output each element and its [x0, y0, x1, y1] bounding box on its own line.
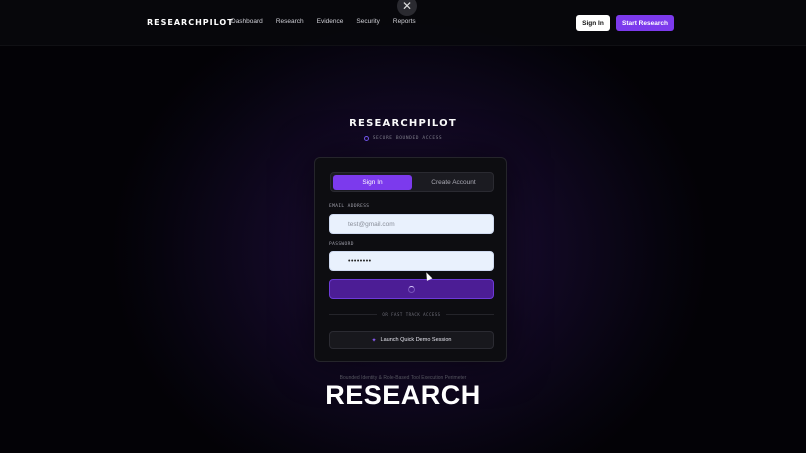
auth-card: Sign In Create Account EMAIL ADDRESS tes… [314, 157, 507, 362]
shield-dot-icon [363, 136, 369, 141]
launch-demo-label: Launch Quick Demo Session [380, 337, 452, 343]
divider-line-left [329, 314, 378, 315]
magic-wand-icon: ✦ [371, 337, 377, 344]
brand-logo[interactable]: RESEARCHPILOT [147, 18, 234, 27]
secure-access-row: SECURE BOUNDED ACCESS [0, 136, 806, 141]
nav-links: Dashboard Research Evidence Security Rep… [231, 18, 429, 25]
secure-access-label: SECURE BOUNDED ACCESS [372, 136, 443, 141]
nav-link-research[interactable]: Research [276, 18, 304, 25]
tab-create-account[interactable]: Create Account [414, 175, 493, 190]
tab-sign-in[interactable]: Sign In [333, 175, 412, 190]
start-research-button[interactable]: Start Research [616, 15, 674, 31]
email-field[interactable]: test@gmail.com [329, 214, 494, 234]
launch-demo-button[interactable]: ✦ Launch Quick Demo Session [329, 331, 494, 349]
nav-sign-in-button[interactable]: Sign In [576, 15, 610, 31]
divider-line-right [445, 314, 495, 315]
nav-link-evidence[interactable]: Evidence [317, 18, 344, 25]
email-label: EMAIL ADDRESS [329, 204, 370, 209]
password-label: PASSWORD [329, 242, 354, 247]
hero-big-word: RESEARCH [325, 380, 481, 410]
divider: OR FAST TRACK ACCESS [329, 312, 495, 317]
app-title: RESEARCHPILOT [349, 118, 457, 129]
auth-tabs: Sign In Create Account [330, 172, 494, 192]
password-field[interactable]: •••••••• [329, 251, 494, 271]
page: RESEARCHPILOT Dashboard Research Evidenc… [0, 0, 806, 453]
nav-link-security[interactable]: Security [356, 18, 379, 25]
sign-in-submit-button[interactable] [329, 279, 494, 299]
divider-label: OR FAST TRACK ACCESS [382, 312, 441, 317]
nav-link-reports[interactable]: Reports [393, 18, 416, 25]
nav-link-dashboard[interactable]: Dashboard [231, 18, 263, 25]
loading-spinner-icon [408, 285, 415, 293]
